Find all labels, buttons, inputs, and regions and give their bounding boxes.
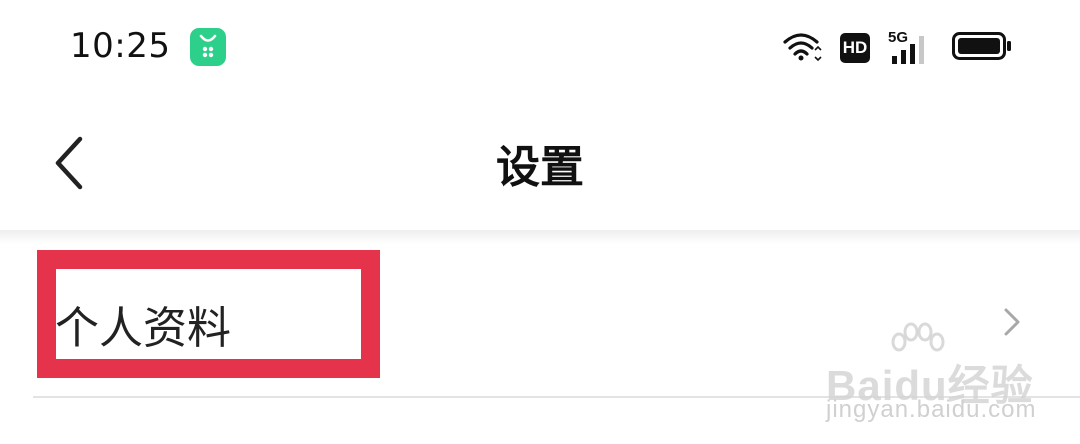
green-bag-app-icon — [190, 28, 226, 66]
page-title: 设置 — [496, 142, 584, 193]
wifi-icon — [782, 30, 822, 66]
battery-icon — [952, 31, 1012, 65]
status-time: 10:25 — [70, 26, 171, 66]
hd-icon: HD — [840, 33, 870, 63]
chevron-right-icon — [1000, 304, 1024, 344]
status-icons: HD 5G — [782, 29, 1012, 66]
5g-signal-icon: 5G — [888, 29, 934, 64]
highlight-box — [37, 250, 380, 378]
nav-bar: 设置 — [0, 95, 1080, 230]
watermark-url: jingyan.baidu.com — [826, 396, 1037, 423]
status-bar: 10:25 HD 5G — [0, 0, 1080, 95]
header-divider — [0, 230, 1080, 244]
